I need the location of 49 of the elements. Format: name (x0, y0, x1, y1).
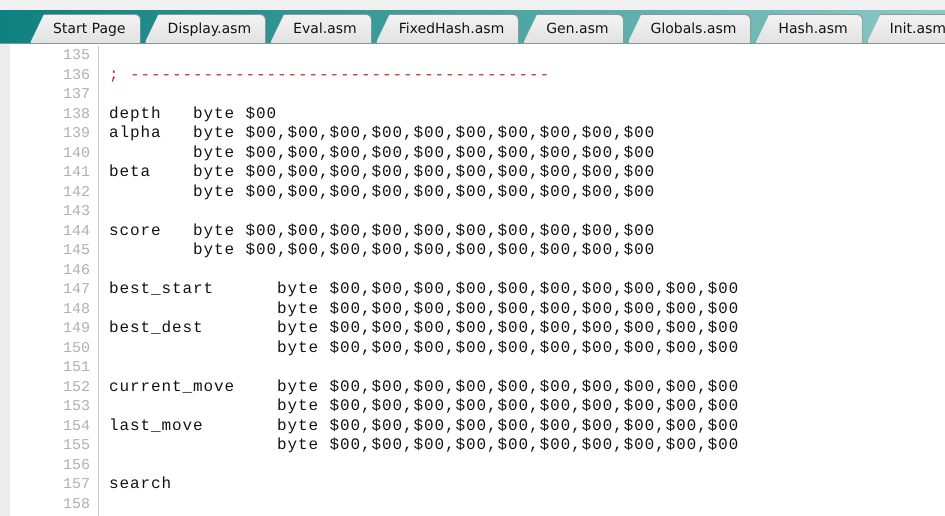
line-number: 146 (62, 260, 91, 280)
code-line: score byte $00,$00,$00,$00,$00,$00,$00,$00,$00,$00 (109, 222, 656, 241)
line-number: 137 (62, 85, 91, 104)
line-number: 147 (62, 280, 91, 300)
code-line: byte $00,$00,$00,$00,$00,$00,$00,$00,$00,$00 (192, 144, 656, 163)
line-number: 153 (62, 397, 91, 416)
line-number: 152 (62, 378, 91, 397)
line-number: 151 (62, 358, 91, 378)
line-number: 157 (62, 475, 91, 494)
line-number: 145 (62, 241, 91, 260)
line-number: 150 (62, 338, 91, 358)
file-tab[interactable]: Start Page (30, 14, 141, 43)
file-tab[interactable]: Display.asm (144, 14, 266, 43)
line-number: 141 (62, 163, 91, 182)
code-line: byte $00,$00,$00,$00,$00,$00,$00,$00,$00,$00 (276, 397, 740, 416)
code-line: byte $00,$00,$00,$00,$00,$00,$00,$00,$00,$00 (276, 338, 740, 358)
file-tab[interactable]: Eval.asm (270, 14, 372, 43)
code-line: beta byte $00,$00,$00,$00,$00,$00,$00,$00,$00,$00 (109, 163, 656, 182)
line-number: 155 (62, 436, 91, 456)
line-number: 144 (62, 222, 91, 241)
code-line: best_start byte $00,$00,$00,$00,$00,$00,$00,$00,$00,$00 (109, 280, 740, 300)
code-comment: ; ---------------------------------------- (109, 66, 550, 85)
code-line: current_move byte $00,$00,$00,$00,$00,$00,$00,$00,$00,$00 (109, 378, 740, 397)
file-tab[interactable]: Gen.asm (523, 14, 624, 43)
line-number: 148 (62, 300, 91, 319)
code-line: byte $00,$00,$00,$00,$00,$00,$00,$00,$00,$00 (192, 182, 656, 202)
code-line: last_move byte $00,$00,$00,$00,$00,$00,$00,$00,$00,$00 (109, 416, 740, 436)
code-line: search (109, 475, 172, 494)
code-line: depth byte $00 (109, 104, 278, 124)
code-line: byte $00,$00,$00,$00,$00,$00,$00,$00,$00,$00 (192, 241, 656, 260)
line-number: 149 (62, 319, 91, 338)
line-number: 156 (62, 456, 91, 475)
file-tab[interactable]: FixedHash.asm (376, 14, 520, 43)
line-number: 158 (62, 494, 91, 514)
line-number: 143 (62, 202, 91, 222)
line-number: 138 (62, 104, 91, 124)
code-line: byte $00,$00,$00,$00,$00,$00,$00,$00,$00,$00 (276, 436, 740, 456)
file-tab[interactable]: Init.asm (866, 14, 945, 43)
line-number: 142 (62, 182, 91, 202)
code-line: alpha byte $00,$00,$00,$00,$00,$00,$00,$00,$00,$00 (109, 124, 656, 144)
code-line: best_dest byte $00,$00,$00,$00,$00,$00,$00,$00,$00,$00 (109, 319, 740, 338)
line-number: 140 (62, 144, 91, 163)
code-line: byte $00,$00,$00,$00,$00,$00,$00,$00,$00,$00 (276, 300, 740, 319)
line-number: 135 (62, 46, 91, 66)
line-number: 154 (62, 416, 91, 436)
file-tab[interactable]: Hash.asm (755, 14, 863, 43)
line-number: 139 (62, 124, 91, 144)
file-tab[interactable]: Globals.asm (628, 14, 752, 43)
line-number: 136 (62, 66, 91, 85)
